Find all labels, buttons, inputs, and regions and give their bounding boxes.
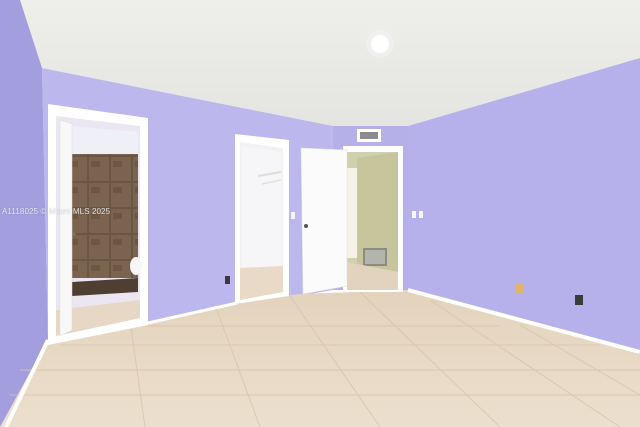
room-photo: A1118025 © Miami MLS 2025 (0, 0, 640, 427)
bathroom-door[interactable] (59, 119, 73, 337)
shower-tile-wall (72, 154, 138, 278)
toilet (130, 257, 142, 275)
bathroom-doorway (48, 104, 148, 345)
double-switch (412, 211, 416, 218)
light-switch (291, 212, 295, 219)
outlet-back-wall (225, 276, 230, 284)
outlet-right-wall-2 (575, 295, 583, 305)
hallway-doorway (300, 146, 403, 295)
bedroom-door[interactable] (300, 147, 348, 295)
outlet-right-wall-1 (515, 284, 523, 294)
photo-watermark: A1118025 © Miami MLS 2025 (2, 207, 111, 216)
closet-doorway (235, 134, 289, 304)
